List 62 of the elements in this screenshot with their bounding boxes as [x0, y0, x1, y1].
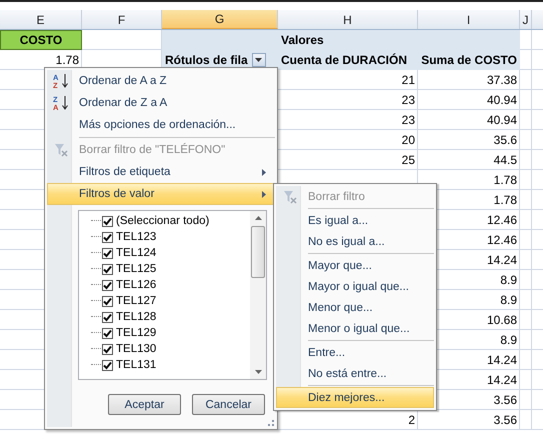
column-header[interactable]: J [520, 10, 532, 29]
dialog-button[interactable]: Cancelar [192, 394, 265, 415]
tree-line [91, 332, 101, 334]
column-header[interactable]: I [418, 10, 520, 29]
caret-icon [255, 58, 262, 62]
tree-line [91, 300, 101, 302]
clear-filter-icon [282, 190, 296, 204]
checkbox-item[interactable]: TEL124 [91, 245, 250, 261]
pivot-title: Valores [278, 30, 418, 50]
menu-item[interactable]: Diez mejores... [276, 387, 434, 408]
tree-line [91, 316, 101, 318]
tree-line [91, 284, 101, 286]
checkbox[interactable] [102, 296, 113, 306]
table-cell: 35.6 [418, 130, 520, 150]
tree-line [91, 236, 101, 238]
checkbox[interactable] [102, 344, 113, 354]
checkbox[interactable] [102, 328, 113, 338]
field-header-cell: COSTO [0, 30, 82, 50]
tree-line [91, 220, 101, 222]
table-cell: 40.94 [418, 110, 520, 130]
column-header[interactable]: E [0, 10, 82, 29]
column-header[interactable]: H [278, 10, 418, 29]
column-header-cell: Cuenta de DURACIÓN [278, 50, 418, 70]
checkbox-item[interactable]: TEL129 [91, 325, 250, 341]
row-labels-header: Rótulos de fila [165, 52, 248, 66]
checkbox[interactable] [102, 360, 113, 370]
column-header-cell: Suma de COSTO [418, 50, 520, 70]
resize-grip-icon[interactable] [268, 420, 274, 426]
checkbox-item[interactable]: TEL125 [91, 261, 250, 277]
menu-item[interactable]: Filtros de etiqueta [47, 161, 275, 183]
tree-line [91, 268, 101, 270]
table-cell: 37.38 [418, 70, 520, 90]
checkbox-item[interactable]: (Seleccionar todo) [91, 213, 250, 229]
checkbox[interactable] [102, 312, 113, 322]
checkbox-item[interactable]: TEL128 [91, 309, 250, 325]
submenu-arrow-icon [262, 168, 266, 176]
checkbox-item[interactable]: TEL130 [91, 341, 250, 357]
table-cell: 44.5 [418, 150, 520, 170]
tree-line [91, 252, 101, 254]
clear-filter-icon [54, 143, 68, 157]
scroll-thumb[interactable] [251, 226, 265, 278]
column-header[interactable]: G [162, 10, 278, 29]
scroll-down-icon[interactable] [254, 370, 262, 374]
table-cell: 40.94 [418, 90, 520, 110]
tree-line [91, 364, 101, 366]
checkbox-item[interactable]: TEL126 [91, 277, 250, 293]
checkbox[interactable] [102, 232, 113, 242]
tree-line [91, 348, 101, 350]
submenu-arrow-icon [262, 190, 266, 198]
menu-item[interactable]: Filtros de valor [47, 183, 275, 205]
checkbox-item[interactable]: TEL123 [91, 229, 250, 245]
menu-item[interactable]: Más opciones de ordenación... [47, 114, 275, 136]
checkbox-item[interactable]: TEL131 [91, 357, 250, 373]
checkbox[interactable] [102, 248, 113, 258]
checkbox-item[interactable]: TEL127 [91, 293, 250, 309]
dialog-button[interactable]: Aceptar [108, 394, 181, 415]
checkbox[interactable] [102, 216, 113, 226]
checkbox[interactable] [102, 280, 113, 290]
scroll-up-icon[interactable] [254, 216, 262, 220]
dropdown-button[interactable] [252, 52, 266, 66]
checkbox[interactable] [102, 264, 113, 274]
scrollbar[interactable] [250, 211, 266, 379]
